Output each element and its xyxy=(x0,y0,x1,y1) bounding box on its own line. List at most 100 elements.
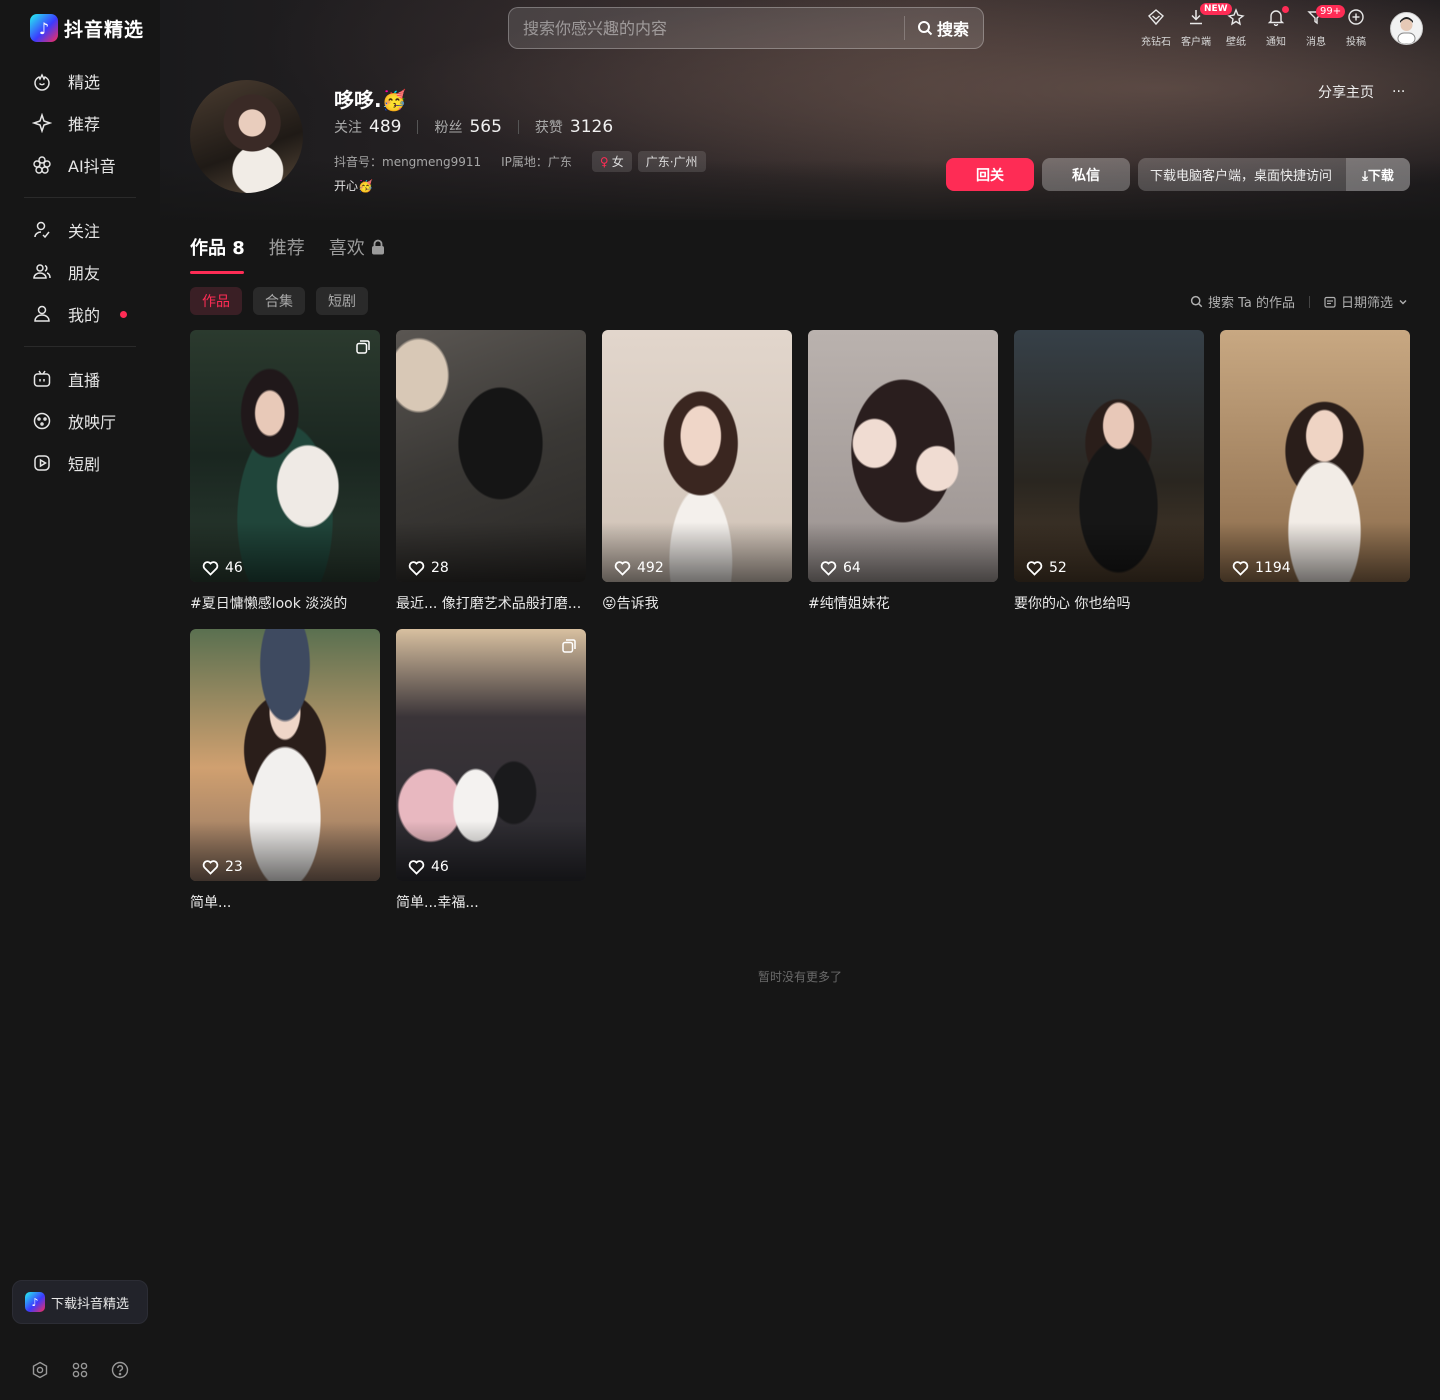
topbar-upload-button[interactable]: 投稿 xyxy=(1336,6,1376,48)
help-icon[interactable] xyxy=(110,1360,130,1380)
sidebar-item-friends[interactable]: 朋友 xyxy=(24,251,136,293)
app-root: ♪ 抖音精选 精选 推荐 AI抖音 关注 朋友 我的 直播 放映厅 短剧 ♪ 下载抖音精选 搜索 xyxy=(0,0,1440,1400)
sidebar-item-home[interactable]: 精选 xyxy=(24,60,136,102)
apps-grid-icon[interactable] xyxy=(70,1360,90,1380)
video-grid: 46 #夏日慵懒感look 淡淡的 28 最近... 像打磨艺术品般打磨... 492 😝… xyxy=(190,330,1410,928)
video-caption: 简单... xyxy=(190,895,232,911)
stat-divider xyxy=(517,120,519,134)
heart-icon xyxy=(614,561,631,576)
brand-logo[interactable]: ♪ 抖音精选 xyxy=(30,14,144,42)
region-tag: 广东·广州 xyxy=(637,151,706,172)
multi-image-icon xyxy=(562,639,576,653)
video-card[interactable]: 23 简单... xyxy=(190,629,380,928)
sidebar-item-ai-flower[interactable]: AI抖音 xyxy=(24,144,136,186)
sidebar-item-me[interactable]: 我的 xyxy=(24,293,136,335)
works-tools: 搜索 Ta 的作品 日期筛选 xyxy=(1190,292,1408,311)
content-subtabs: 作品 合集 短剧 xyxy=(190,287,368,315)
tab-label: 喜欢 xyxy=(328,238,365,259)
download-app-label: 下载抖音精选 xyxy=(51,1296,130,1312)
sidebar-item-tv[interactable]: 直播 xyxy=(24,358,136,400)
tab-likes[interactable]: 喜欢 xyxy=(329,234,385,274)
desktop-client-promo: 下载电脑客户端，桌面快捷访问 ⤓下载 xyxy=(1138,158,1410,191)
sidebar-item-label: 朋友 xyxy=(68,264,101,283)
sidebar-item-sparkle[interactable]: 推荐 xyxy=(24,102,136,144)
like-count-value: 23 xyxy=(225,859,243,875)
message-button[interactable]: 私信 xyxy=(1042,158,1130,191)
sidebar-item-label: AI抖音 xyxy=(68,157,116,176)
content-tabs: 作品 8 推荐 喜欢 xyxy=(190,234,385,274)
gender-tag: ♀ 女 xyxy=(591,151,632,172)
stat-item[interactable]: 粉丝 565 xyxy=(434,117,501,137)
video-card[interactable]: 46 简单...幸福... xyxy=(396,629,586,928)
like-count: 23 xyxy=(202,859,243,875)
topbar-download-button[interactable]: 客户端 NEW xyxy=(1176,3,1232,48)
profile-avatar[interactable] xyxy=(190,80,303,193)
stat-label: 粉丝 xyxy=(434,120,463,136)
home-icon xyxy=(32,71,52,91)
video-caption: #夏日慵懒感look 淡淡的 xyxy=(190,596,348,612)
video-thumbnail[interactable]: 492 xyxy=(602,330,792,582)
like-count: 64 xyxy=(820,560,861,576)
video-caption: 简单...幸福... xyxy=(396,895,479,911)
friends-icon xyxy=(32,262,52,282)
like-count-value: 28 xyxy=(431,560,449,576)
video-thumbnail[interactable]: 46 xyxy=(396,629,586,881)
tab-works[interactable]: 作品 8 xyxy=(190,234,245,274)
search-button[interactable]: 搜索 xyxy=(905,8,983,48)
topbar-wallpaper-button[interactable]: 壁纸 xyxy=(1216,6,1256,48)
video-card[interactable]: 28 最近... 像打磨艺术品般打磨... xyxy=(396,330,586,629)
ai-flower-icon xyxy=(32,155,52,175)
stat-item[interactable]: 获赞 3126 xyxy=(535,117,613,137)
video-card[interactable]: 52 要你的心 你也给吗 xyxy=(1014,330,1204,629)
subtab-short-drama[interactable]: 短剧 xyxy=(316,287,368,315)
multi-image-icon xyxy=(356,340,370,354)
like-count: 46 xyxy=(202,560,243,576)
date-filter-label: 日期筛选 xyxy=(1341,296,1394,311)
profile-stats: 关注 489 粉丝 565 获赞 3126 xyxy=(334,117,613,137)
topbar-bell-button[interactable]: 通知 xyxy=(1256,6,1296,48)
video-thumbnail[interactable]: 23 xyxy=(190,629,380,881)
settings-icon[interactable] xyxy=(30,1360,50,1380)
search-works-label: 搜索 Ta 的作品 xyxy=(1208,296,1296,311)
stat-item[interactable]: 关注 489 xyxy=(334,117,401,137)
calendar-icon xyxy=(1324,296,1336,308)
video-thumbnail[interactable]: 1194 xyxy=(1220,330,1410,582)
tools-divider xyxy=(1309,295,1311,308)
avatar-face-icon xyxy=(1397,17,1416,44)
like-count-value: 46 xyxy=(225,560,243,576)
search-works-button[interactable]: 搜索 Ta 的作品 xyxy=(1190,292,1295,311)
more-options-icon[interactable]: ··· xyxy=(1392,84,1405,100)
sidebar-item-short-drama[interactable]: 短剧 xyxy=(24,442,136,484)
subtab-works[interactable]: 作品 xyxy=(190,287,242,315)
video-card[interactable]: 46 #夏日慵懒感look 淡淡的 xyxy=(190,330,380,629)
video-thumbnail[interactable]: 46 xyxy=(190,330,380,582)
profile-name: 哆哆.🥳 xyxy=(334,88,407,112)
download-app-button[interactable]: ♪ 下载抖音精选 xyxy=(12,1280,148,1324)
profile-meta: 抖音号：mengmeng9911 IP属地：广东 ♀ 女 广东·广州 xyxy=(334,151,706,172)
share-profile-button[interactable]: 分享主页 xyxy=(1318,82,1374,102)
user-avatar[interactable] xyxy=(1390,12,1423,45)
search-input[interactable] xyxy=(509,8,904,48)
video-caption: 😝告诉我 xyxy=(602,596,659,612)
date-filter-dropdown[interactable]: 日期筛选 xyxy=(1324,292,1408,311)
video-thumbnail[interactable]: 52 xyxy=(1014,330,1204,582)
video-card[interactable]: 492 😝告诉我 xyxy=(602,330,792,629)
desktop-download-button[interactable]: ⤓下载 xyxy=(1346,158,1410,191)
subtab-collections[interactable]: 合集 xyxy=(253,287,305,315)
video-card[interactable]: 1194 xyxy=(1220,330,1410,629)
like-count-value: 52 xyxy=(1049,560,1067,576)
sidebar: ♪ 抖音精选 精选 推荐 AI抖音关注朋友我的直播 放映厅 短剧 ♪ 下载抖音精选 xyxy=(0,0,160,1400)
sidebar-item-theater[interactable]: 放映厅 xyxy=(24,400,136,442)
follow-back-button[interactable]: 回关 xyxy=(946,158,1034,191)
tv-icon xyxy=(32,369,52,389)
video-thumbnail[interactable]: 64 xyxy=(808,330,998,582)
desktop-promo-text: 下载电脑客户端，桌面快捷访问 xyxy=(1150,169,1333,184)
video-card[interactable]: 64 #纯情姐妹花 xyxy=(808,330,998,629)
tab-recommend[interactable]: 推荐 xyxy=(269,234,305,274)
topbar-message-button[interactable]: 消息 99+ xyxy=(1296,5,1346,48)
video-caption: 最近... 像打磨艺术品般打磨... xyxy=(396,596,582,612)
topbar-diamond-button[interactable]: 充钻石 xyxy=(1136,6,1176,48)
profile-actions: 回关 私信 下载电脑客户端，桌面快捷访问 ⤓下载 xyxy=(946,158,1410,191)
sidebar-item-follow-user[interactable]: 关注 xyxy=(24,209,136,251)
video-thumbnail[interactable]: 28 xyxy=(396,330,586,582)
